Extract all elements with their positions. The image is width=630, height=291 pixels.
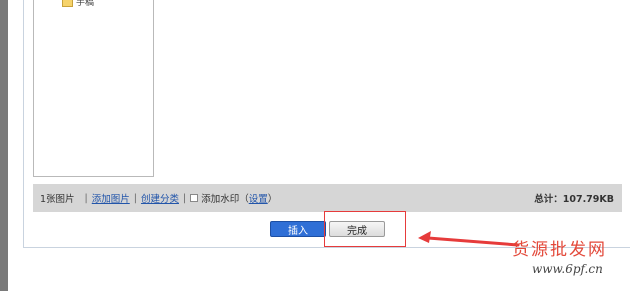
- insert-button[interactable]: 插入: [270, 221, 326, 237]
- image-count: 1张图片: [40, 194, 75, 205]
- annotation-arrow-icon: [418, 231, 520, 247]
- tree-item-folder[interactable]: 手稿: [62, 0, 94, 9]
- watermark-label: 添加水印（: [201, 194, 249, 205]
- separator: |: [182, 192, 187, 204]
- watermark-url: www.6pf.cn: [532, 262, 603, 276]
- folder-tree-panel[interactable]: 手稿: [33, 0, 154, 177]
- status-left-group: 1张图片 | 添加图片 | 创建分类 | 添加水印（ 设置 ）: [40, 184, 277, 212]
- watermark-checkbox[interactable]: [190, 194, 199, 202]
- total-size: 总计：107.79KB: [534, 194, 614, 205]
- watermark-site-name: 货源批发网: [512, 240, 607, 260]
- status-bar: 1张图片 | 添加图片 | 创建分类 | 添加水印（ 设置 ） 总计：107.7…: [33, 184, 622, 212]
- add-image-link[interactable]: 添加图片: [92, 191, 130, 205]
- folder-icon: [62, 0, 73, 7]
- separator: |: [133, 192, 137, 204]
- site-watermark: 货源批发网 www.6pf.cn: [512, 235, 624, 285]
- annotation-highlight-box: [324, 211, 406, 247]
- separator: |: [84, 192, 88, 204]
- tree-item-label: 手稿: [76, 0, 95, 8]
- create-category-link[interactable]: 创建分类: [141, 191, 179, 205]
- watermark-label-close: ）: [267, 194, 278, 205]
- window-left-edge: [0, 0, 8, 291]
- watermark-settings-link[interactable]: 设置: [249, 191, 268, 205]
